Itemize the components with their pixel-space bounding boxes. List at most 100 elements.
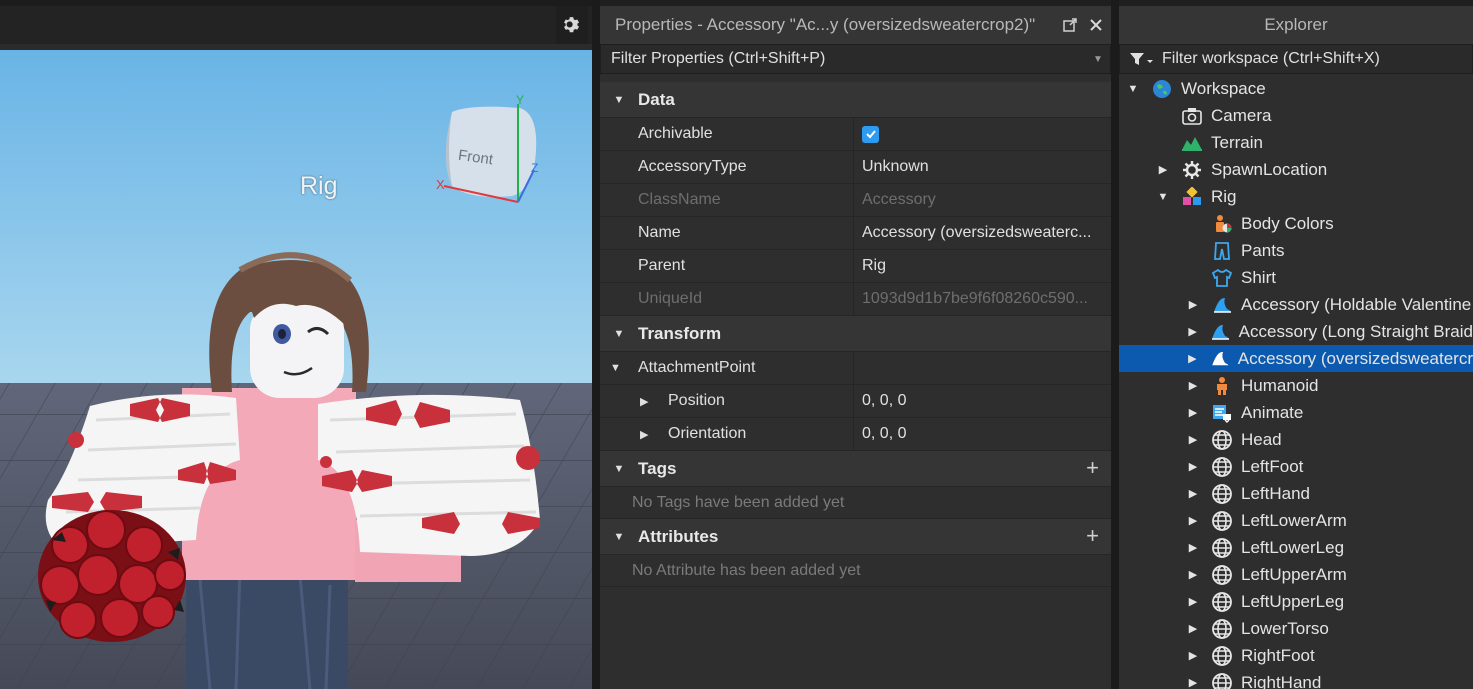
property-value[interactable]: Accessory (oversizedsweaterc...	[854, 217, 1111, 249]
section-data[interactable]: ▼ Data	[600, 82, 1111, 118]
3d-scene[interactable]: Front Y X Z	[0, 50, 592, 689]
axis-y-label: Y	[516, 93, 524, 107]
property-row-accessorytype[interactable]: AccessoryType Unknown	[600, 151, 1111, 184]
viewport-toolbar	[0, 0, 592, 44]
collapse-triangle-icon[interactable]: ▼	[600, 94, 638, 106]
expand-triangle-icon[interactable]: ▶	[1187, 676, 1199, 689]
meshpart-icon	[1210, 510, 1234, 532]
explorer-item-workspace[interactable]: ▼ Workspace	[1119, 75, 1473, 102]
explorer-item-label: Body Colors	[1241, 213, 1334, 233]
expand-triangle-icon[interactable]: ▶	[1187, 541, 1199, 554]
meshpart-icon	[1210, 591, 1234, 613]
collapse-triangle-icon[interactable]: ▼	[600, 463, 638, 475]
property-value[interactable]: 0, 0, 0	[854, 385, 1111, 417]
explorer-item-label: RightFoot	[1241, 645, 1315, 665]
collapse-triangle-icon[interactable]: ▼	[600, 531, 638, 543]
explorer-item-label: Workspace	[1181, 78, 1266, 98]
explorer-item-accessory-holdable-valentine[interactable]: ▶ Accessory (Holdable Valentine	[1119, 291, 1473, 318]
close-button[interactable]	[1085, 14, 1107, 36]
expand-triangle-icon[interactable]: ▶	[1187, 595, 1199, 608]
collapse-triangle-icon[interactable]: ▼	[610, 362, 632, 374]
expand-triangle-icon[interactable]: ▶	[1187, 325, 1198, 338]
add-tag-button[interactable]: +	[1086, 455, 1099, 481]
expand-triangle-icon[interactable]: ▶	[1187, 649, 1199, 662]
property-row-name[interactable]: Name Accessory (oversizedsweaterc...	[600, 217, 1111, 250]
explorer-item-head[interactable]: ▶ Head	[1119, 426, 1473, 453]
explorer-item-rig[interactable]: ▼ Rig	[1119, 183, 1473, 210]
explorer-item-accessory-oversizedsweatercr[interactable]: ▶ Accessory (oversizedsweatercr	[1119, 345, 1473, 372]
close-icon	[1090, 19, 1102, 31]
expand-triangle-icon[interactable]: ▶	[1187, 487, 1199, 500]
explorer-item-label: Rig	[1211, 186, 1237, 206]
expand-triangle-icon[interactable]: ▶	[1187, 622, 1199, 635]
collapse-triangle-icon[interactable]: ▼	[1157, 191, 1169, 203]
shirt-icon	[1210, 267, 1234, 289]
explorer-item-pants[interactable]: ▶Pants	[1119, 237, 1473, 264]
explorer-item-label: LeftUpperLeg	[1241, 591, 1345, 611]
property-row-archivable[interactable]: Archivable	[600, 118, 1111, 151]
property-row-position[interactable]: ▶ Position 0, 0, 0	[600, 385, 1111, 418]
expand-triangle-icon[interactable]: ▶	[1187, 460, 1199, 473]
properties-panel: Properties - Accessory "Ac...y (oversize…	[600, 0, 1111, 689]
explorer-item-shirt[interactable]: ▶Shirt	[1119, 264, 1473, 291]
property-value[interactable]: Rig	[854, 250, 1111, 282]
expand-triangle-icon[interactable]: ▶	[1187, 568, 1199, 581]
explorer-item-leftupperarm[interactable]: ▶ LeftUpperArm	[1119, 561, 1473, 588]
explorer-item-righthand[interactable]: ▶ RightHand	[1119, 669, 1473, 689]
explorer-item-accessory-long-straight-braid[interactable]: ▶ Accessory (Long Straight Braid	[1119, 318, 1473, 345]
collapse-triangle-icon[interactable]: ▼	[1127, 83, 1139, 95]
panel-divider[interactable]	[592, 0, 600, 689]
explorer-item-leftfoot[interactable]: ▶ LeftFoot	[1119, 453, 1473, 480]
collapse-triangle-icon[interactable]: ▼	[600, 328, 638, 340]
expand-triangle-icon[interactable]: ▶	[640, 395, 662, 408]
filter-workspace-input[interactable]: Filter workspace (Ctrl+Shift+X)	[1119, 44, 1473, 74]
explorer-item-lefthand[interactable]: ▶ LeftHand	[1119, 480, 1473, 507]
expand-triangle-icon[interactable]: ▶	[1187, 514, 1199, 527]
filter-icon[interactable]	[1128, 50, 1154, 68]
add-attribute-button[interactable]: +	[1086, 523, 1099, 549]
chevron-down-icon[interactable]: ▼	[1086, 54, 1110, 65]
section-transform[interactable]: ▼ Transform	[600, 316, 1111, 352]
explorer-item-leftlowerarm[interactable]: ▶ LeftLowerArm	[1119, 507, 1473, 534]
explorer-item-rightfoot[interactable]: ▶ RightFoot	[1119, 642, 1473, 669]
explorer-item-body-colors[interactable]: ▶Body Colors	[1119, 210, 1473, 237]
rig-head	[250, 300, 344, 398]
viewport-settings-button[interactable]	[556, 6, 588, 44]
explorer-item-humanoid[interactable]: ▶ Humanoid	[1119, 372, 1473, 399]
section-attributes[interactable]: ▼ Attributes +	[600, 519, 1111, 555]
expand-triangle-icon[interactable]: ▶	[1187, 433, 1199, 446]
property-value[interactable]: 0, 0, 0	[854, 418, 1111, 450]
explorer-item-terrain[interactable]: ▶Terrain	[1119, 129, 1473, 156]
undock-button[interactable]	[1059, 14, 1081, 36]
section-tags[interactable]: ▼ Tags +	[600, 451, 1111, 487]
explorer-item-leftlowerleg[interactable]: ▶ LeftLowerLeg	[1119, 534, 1473, 561]
archivable-checkbox[interactable]	[862, 125, 879, 143]
checkmark-icon	[865, 130, 876, 139]
expand-triangle-icon[interactable]: ▶	[640, 428, 662, 441]
explorer-item-label: Accessory (Long Straight Braid	[1238, 321, 1473, 341]
explorer-item-camera[interactable]: ▶Camera	[1119, 102, 1473, 129]
expand-triangle-icon[interactable]: ▶	[1157, 163, 1169, 176]
expand-triangle-icon[interactable]: ▶	[1187, 352, 1198, 365]
expand-triangle-icon[interactable]: ▶	[1187, 379, 1199, 392]
explorer-item-label: LeftLowerLeg	[1241, 537, 1345, 557]
property-row-parent[interactable]: Parent Rig	[600, 250, 1111, 283]
explorer-item-spawnlocation[interactable]: ▶ SpawnLocation	[1119, 156, 1473, 183]
viewport-panel[interactable]: Front Y X Z Rig	[0, 0, 592, 689]
workspace-icon	[1150, 78, 1174, 100]
property-row-attachmentpoint[interactable]: ▼ AttachmentPoint	[600, 352, 1111, 385]
explorer-item-lowertorso[interactable]: ▶ LowerTorso	[1119, 615, 1473, 642]
explorer-item-label: LowerTorso	[1241, 618, 1329, 638]
property-value[interactable]: Unknown	[854, 151, 1111, 183]
panel-divider[interactable]	[1111, 0, 1119, 689]
property-name: AccessoryType	[600, 151, 854, 183]
section-attributes-label: Attributes	[638, 526, 719, 546]
expand-triangle-icon[interactable]: ▶	[1187, 298, 1199, 311]
meshpart-icon	[1210, 429, 1234, 451]
explorer-item-leftupperleg[interactable]: ▶ LeftUpperLeg	[1119, 588, 1473, 615]
filter-properties-input[interactable]: Filter Properties (Ctrl+Shift+P) ▼	[600, 44, 1111, 74]
property-row-orientation[interactable]: ▶ Orientation 0, 0, 0	[600, 418, 1111, 451]
expand-triangle-icon[interactable]: ▶	[1187, 406, 1199, 419]
gear-icon	[564, 17, 580, 33]
explorer-item-animate[interactable]: ▶ Animate	[1119, 399, 1473, 426]
